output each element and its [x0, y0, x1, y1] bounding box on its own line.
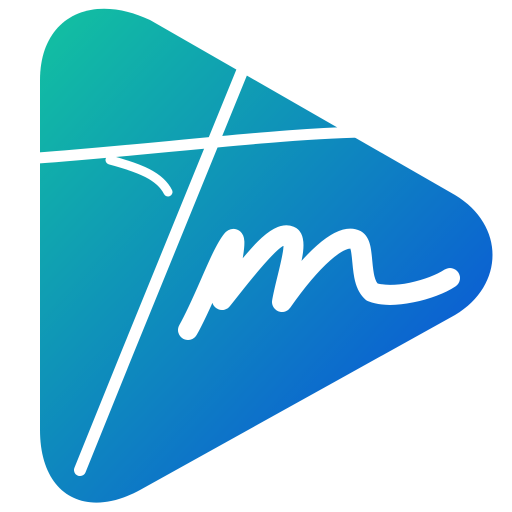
app-logo	[0, 0, 512, 512]
play-button-icon	[32, 8, 493, 503]
